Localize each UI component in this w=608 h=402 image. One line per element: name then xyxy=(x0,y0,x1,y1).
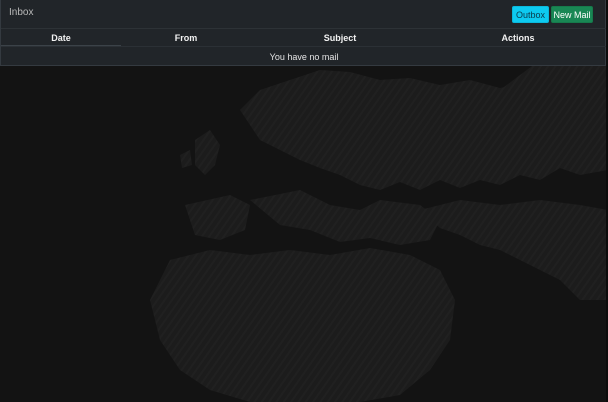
column-header-from: From xyxy=(174,33,198,43)
column-header-actions: Actions xyxy=(501,33,535,43)
empty-mail-message: You have no mail xyxy=(269,52,339,62)
inbox-panel: Inbox Outbox New Mail Date From Subject … xyxy=(0,0,607,66)
column-header-subject: Subject xyxy=(323,33,357,43)
inbox-title: Inbox xyxy=(9,7,34,18)
outbox-button[interactable]: Outbox xyxy=(512,6,549,23)
new-mail-button[interactable]: New Mail xyxy=(551,6,593,23)
inbox-header: Inbox Outbox New Mail xyxy=(1,0,607,28)
column-header-date: Date xyxy=(51,33,71,43)
empty-mail-row: You have no mail xyxy=(1,46,607,66)
